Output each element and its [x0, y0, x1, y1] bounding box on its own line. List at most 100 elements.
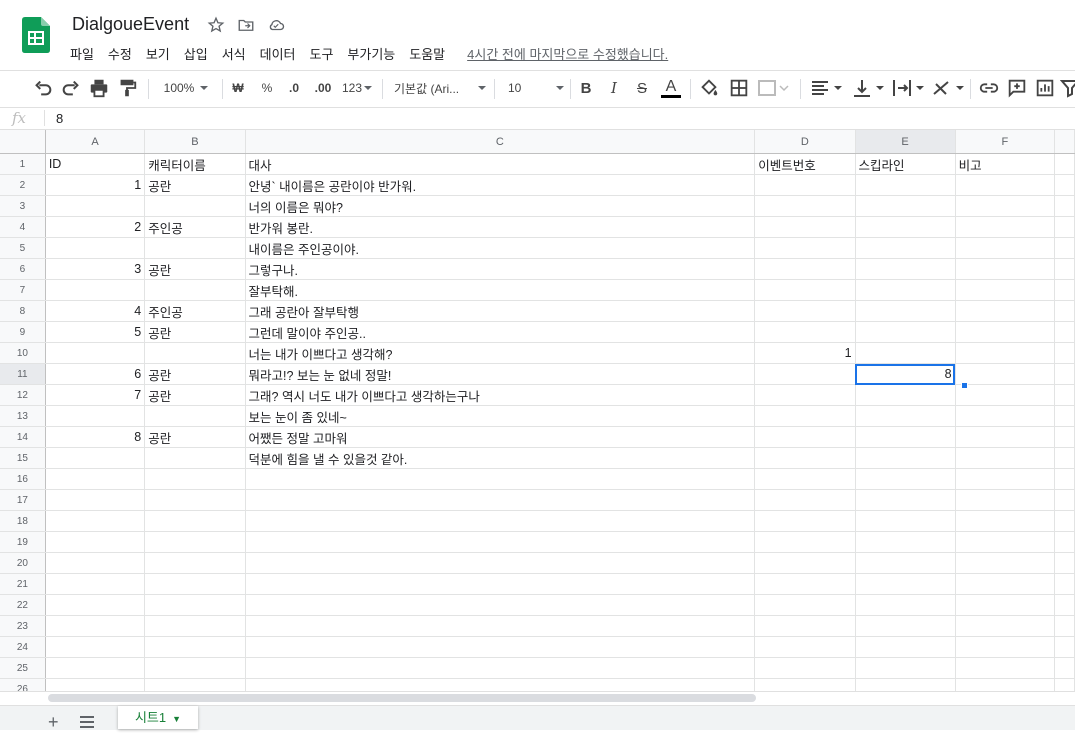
menu-tools[interactable]: 도구	[310, 44, 334, 64]
cell-f9[interactable]	[955, 321, 1056, 343]
cell-b12[interactable]: 공란	[144, 384, 246, 406]
increase-decimal-button[interactable]: .00	[310, 71, 336, 105]
cell-a9[interactable]: 5	[45, 321, 146, 343]
cell-a7[interactable]	[45, 279, 146, 301]
cell-c13[interactable]: 보는 눈이 좀 있네~	[245, 405, 756, 427]
cell-f16[interactable]	[955, 468, 1056, 490]
cell-f20[interactable]	[955, 552, 1056, 574]
cell-d7[interactable]	[754, 279, 856, 301]
cell-b3[interactable]	[144, 195, 246, 217]
text-color-button[interactable]: A	[660, 71, 682, 105]
cell-a19[interactable]	[45, 531, 146, 553]
cell-overflow[interactable]	[1054, 573, 1075, 595]
menu-edit[interactable]: 수정	[108, 44, 132, 64]
column-header-e[interactable]: E	[855, 130, 956, 154]
text-wrap-icon[interactable]	[890, 71, 926, 105]
cell-c16[interactable]	[245, 468, 756, 490]
cell-c3[interactable]: 너의 이름은 뭐야?	[245, 195, 756, 217]
cell-a2[interactable]: 1	[45, 174, 146, 196]
cell-b21[interactable]	[144, 573, 246, 595]
select-all-corner[interactable]	[0, 130, 46, 154]
row-header[interactable]: 23	[0, 615, 46, 637]
menu-addons[interactable]: 부가기능	[347, 44, 395, 64]
cell-d11[interactable]	[754, 363, 856, 385]
row-header[interactable]: 18	[0, 510, 46, 532]
cell-c23[interactable]	[245, 615, 756, 637]
cell-c9[interactable]: 그런데 말이야 주인공..	[245, 321, 756, 343]
menu-view[interactable]: 보기	[146, 44, 170, 64]
cell-overflow[interactable]	[1054, 279, 1075, 301]
cell-c11[interactable]: 뭐라고!? 보는 눈 없네 정말!	[245, 363, 756, 385]
insert-chart-icon[interactable]	[1034, 71, 1056, 105]
cloud-status-icon[interactable]	[267, 16, 285, 34]
column-header-c[interactable]: C	[245, 130, 756, 154]
cell-d18[interactable]	[754, 510, 856, 532]
cell-c22[interactable]	[245, 594, 756, 616]
cell-f1[interactable]: 비고	[955, 153, 1056, 175]
cell-d1[interactable]: 이벤트번호	[754, 153, 856, 175]
cell-d3[interactable]	[754, 195, 856, 217]
cell-e23[interactable]	[855, 615, 956, 637]
cell-e9[interactable]	[855, 321, 956, 343]
cell-b13[interactable]	[144, 405, 246, 427]
cell-f18[interactable]	[955, 510, 1056, 532]
insert-link-icon[interactable]	[978, 71, 1000, 105]
cell-f5[interactable]	[955, 237, 1056, 259]
cell-a8[interactable]: 4	[45, 300, 146, 322]
cell-e4[interactable]	[855, 216, 956, 238]
cell-b9[interactable]: 공란	[144, 321, 246, 343]
cell-d5[interactable]	[754, 237, 856, 259]
cell-a3[interactable]	[45, 195, 146, 217]
last-edit-link[interactable]: 4시간 전에 마지막으로 수정했습니다.	[467, 44, 668, 64]
cell-f4[interactable]	[955, 216, 1056, 238]
cell-overflow[interactable]	[1054, 363, 1075, 385]
sheets-logo-icon[interactable]	[22, 17, 50, 53]
star-icon[interactable]	[207, 16, 225, 34]
cell-a21[interactable]	[45, 573, 146, 595]
cell-c15[interactable]: 덕분에 힘을 낼 수 있을것 같아.	[245, 447, 756, 469]
cell-e18[interactable]	[855, 510, 956, 532]
cell-b24[interactable]	[144, 636, 246, 658]
horizontal-scrollbar[interactable]	[48, 694, 756, 702]
cell-overflow[interactable]	[1054, 657, 1075, 679]
cell-overflow[interactable]	[1054, 531, 1075, 553]
row-header[interactable]: 7	[0, 279, 46, 301]
cell-overflow[interactable]	[1054, 447, 1075, 469]
row-header[interactable]: 13	[0, 405, 46, 427]
cell-overflow[interactable]	[1054, 237, 1075, 259]
cell-b10[interactable]	[144, 342, 246, 364]
font-family-select[interactable]: 기본값 (Ari...	[394, 71, 486, 105]
cell-a18[interactable]	[45, 510, 146, 532]
vertical-align-icon[interactable]	[850, 71, 886, 105]
formula-input[interactable]: 8	[56, 111, 63, 126]
cell-overflow[interactable]	[1054, 258, 1075, 280]
cell-f24[interactable]	[955, 636, 1056, 658]
cell-c4[interactable]: 반가워 봉란.	[245, 216, 756, 238]
row-header[interactable]: 15	[0, 447, 46, 469]
merge-cells-icon[interactable]	[756, 71, 790, 105]
cell-overflow[interactable]	[1054, 153, 1075, 175]
all-sheets-icon[interactable]	[80, 716, 94, 728]
cell-d2[interactable]	[754, 174, 856, 196]
cell-f23[interactable]	[955, 615, 1056, 637]
cell-f12[interactable]	[955, 384, 1056, 406]
bold-button[interactable]: B	[576, 71, 596, 105]
cell-b22[interactable]	[144, 594, 246, 616]
cell-c10[interactable]: 너는 내가 이쁘다고 생각해?	[245, 342, 756, 364]
cell-f25[interactable]	[955, 657, 1056, 679]
cell-a15[interactable]	[45, 447, 146, 469]
cell-overflow[interactable]	[1054, 321, 1075, 343]
insert-comment-icon[interactable]	[1006, 71, 1028, 105]
cell-b7[interactable]	[144, 279, 246, 301]
cell-e6[interactable]	[855, 258, 956, 280]
cell-c25[interactable]	[245, 657, 756, 679]
cell-f7[interactable]	[955, 279, 1056, 301]
cell-c8[interactable]: 그래 공란아 잘부탁행	[245, 300, 756, 322]
row-header[interactable]: 10	[0, 342, 46, 364]
cell-b14[interactable]: 공란	[144, 426, 246, 448]
row-header[interactable]: 8	[0, 300, 46, 322]
cell-d21[interactable]	[754, 573, 856, 595]
column-header-d[interactable]: D	[754, 130, 856, 154]
cell-d6[interactable]	[754, 258, 856, 280]
row-header[interactable]: 22	[0, 594, 46, 616]
